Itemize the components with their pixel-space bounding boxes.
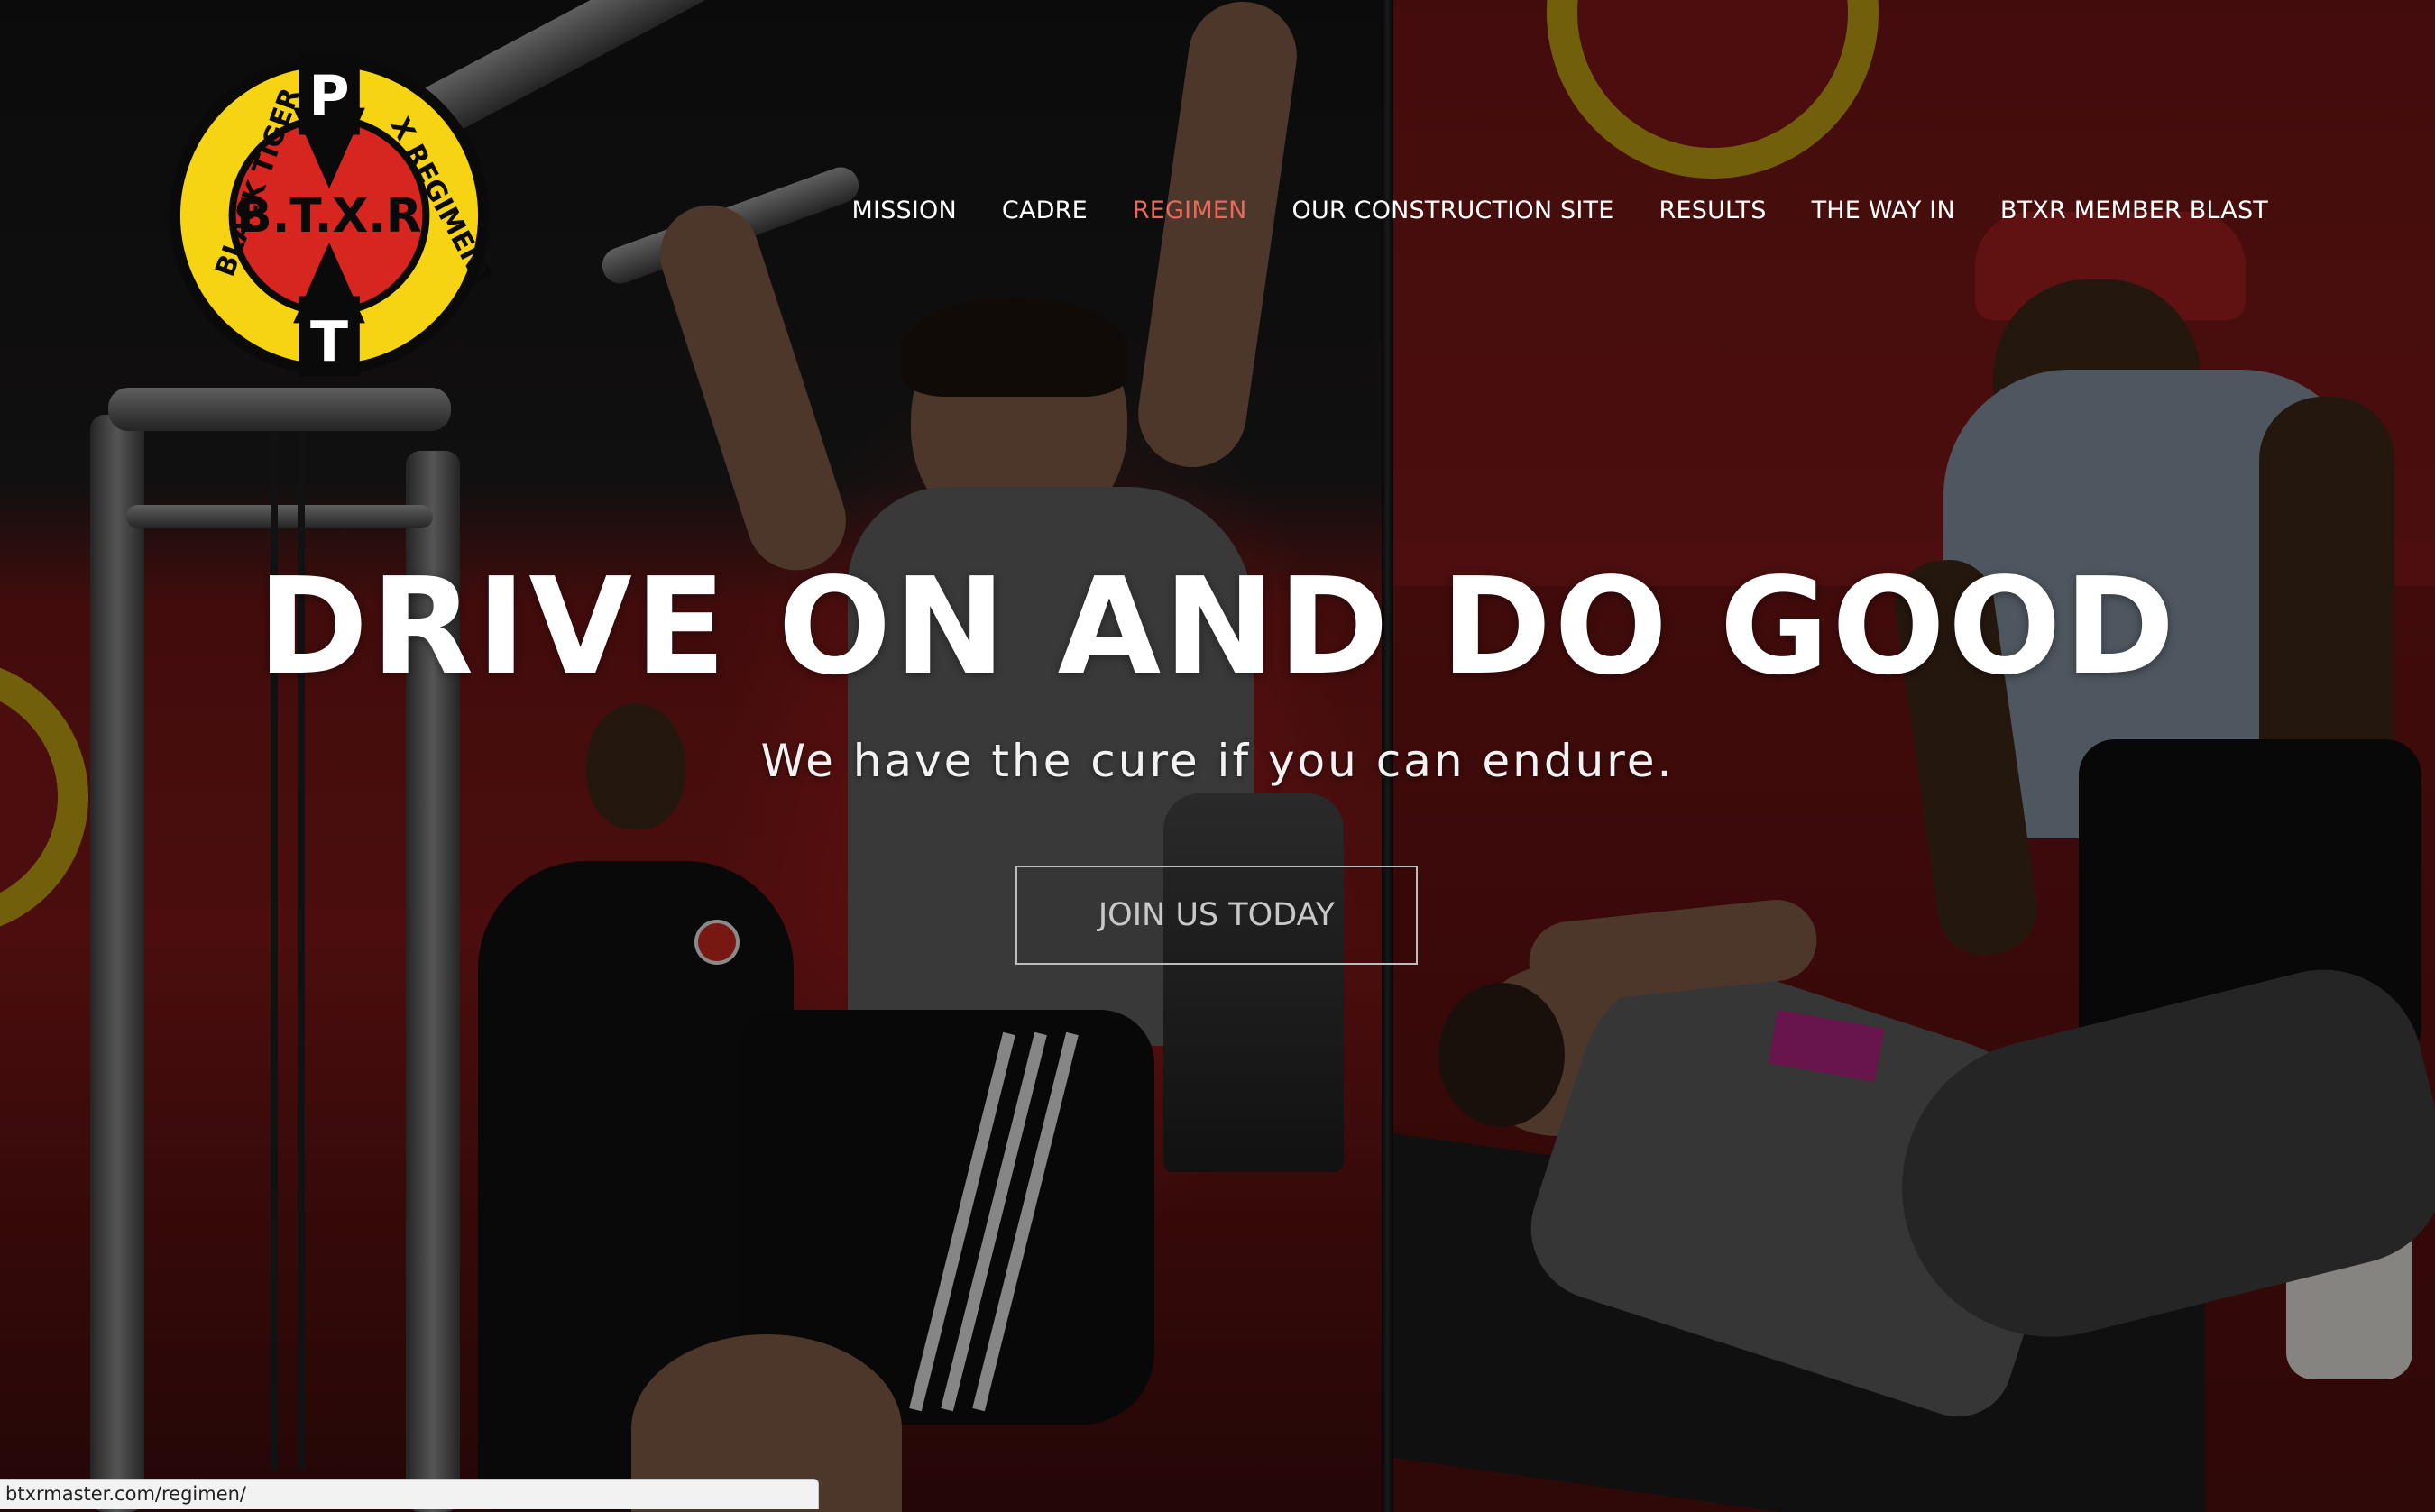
btxr-logo[interactable]: P T B.T.X.R BLACK TIGER X REGIMENT (168, 54, 491, 377)
hero-subtitle: We have the cure if you can endure. (760, 735, 1675, 787)
nav-item-btxr-member-blast[interactable]: BTXR MEMBER BLAST (2000, 197, 2268, 225)
nav-item-mission[interactable]: MISSION (852, 197, 957, 225)
page: P T B.T.X.R BLACK TIGER X REGIMENT MISSI… (0, 0, 2435, 1512)
nav-item-results[interactable]: RESULTS (1659, 197, 1767, 225)
join-us-today-button[interactable]: JOIN US TODAY (1015, 866, 1418, 965)
nav-item-our-construction-site[interactable]: OUR CONSTRUCTION SITE (1292, 197, 1614, 225)
hero-title: DRIVE ON AND DO GOOD (257, 549, 2178, 704)
logo-top-letter: P (308, 64, 349, 129)
main-nav: MISSION CADRE REGIMEN OUR CONSTRUCTION S… (852, 197, 2268, 225)
nav-item-regimen[interactable]: REGIMEN (1133, 197, 1247, 225)
nav-item-the-way-in[interactable]: THE WAY IN (1812, 197, 1955, 225)
logo-bottom-letter: T (310, 309, 348, 374)
nav-item-cadre[interactable]: CADRE (1002, 197, 1088, 225)
browser-status-bar-url: btxrmaster.com/regimen/ (0, 1479, 819, 1509)
